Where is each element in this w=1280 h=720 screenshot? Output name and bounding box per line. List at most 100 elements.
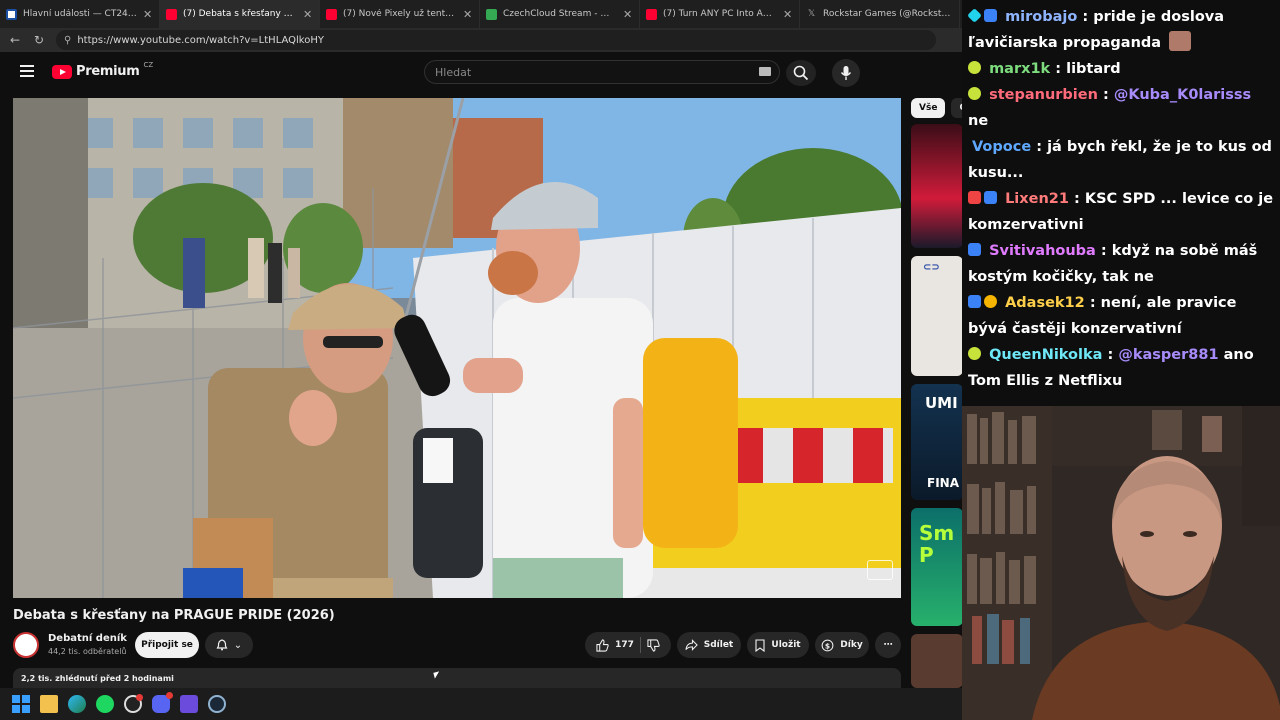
tab-title: (7) Turn ANY PC Into An Xbox! HU (663, 9, 777, 19)
recommended-video-thumbnail[interactable]: ⊂⊃ (911, 256, 962, 376)
spotify-icon[interactable] (96, 695, 114, 713)
menu-icon[interactable] (20, 65, 34, 77)
close-icon[interactable]: ✕ (463, 8, 473, 21)
file-explorer-icon[interactable] (40, 695, 58, 713)
bell-icon (216, 639, 228, 651)
voice-search-button[interactable] (832, 59, 860, 87)
chat-message: mirobajo : pride je doslova ľavičiarska … (967, 4, 1274, 56)
chat-message: stepanurbien : @Kuba_K0larisss ne (968, 87, 1252, 129)
subscription-bell-button[interactable]: ⌄ (205, 632, 253, 658)
kick-icon (486, 8, 497, 20)
browser-tab[interactable]: (7) Nové Pixely už tento týden.. | P ✕ (320, 0, 480, 28)
recommendation-chips: Vše O (911, 98, 962, 122)
more-actions-button[interactable]: ⋯ (875, 632, 901, 658)
app-grid-icon[interactable] (180, 695, 198, 713)
discord-icon[interactable] (152, 692, 173, 713)
chat-username: marx1k (989, 61, 1051, 77)
recommended-video-thumbnail[interactable]: UMI FINA (911, 384, 962, 500)
badge-icon (968, 295, 981, 308)
chat-text: ne (968, 113, 989, 129)
recommended-video-thumbnail[interactable] (911, 634, 962, 688)
url-field[interactable]: ⚲ https://www.youtube.com/watch?v=LtHLAQ… (56, 30, 936, 50)
divider (639, 637, 641, 653)
steam-icon[interactable] (208, 695, 226, 713)
browser-tab-active[interactable]: (7) Debata s křesťany na PRAGUE ✕ (160, 0, 320, 28)
thumbs-up-icon[interactable] (596, 638, 609, 652)
browser-tab[interactable]: (7) Turn ANY PC Into An Xbox! HU ✕ (640, 0, 800, 28)
youtube-play-icon (52, 64, 72, 79)
tab-title: CzechCloud Stream - Watch Live o (503, 9, 617, 19)
keyboard-icon[interactable] (759, 67, 771, 76)
tv-logo: ⊂⊃ (923, 262, 940, 273)
recommended-video-thumbnail[interactable] (911, 124, 962, 248)
browser-tab-bar: Hlavní události — ČT24 — Česká t ✕ (7) D… (0, 0, 962, 28)
chat-mention: @Kuba_K0larisss (1113, 87, 1252, 103)
svg-text:$: $ (825, 641, 830, 650)
thanks-label: Díky (840, 640, 863, 650)
chat-message: Adasek12 : není, ale pravice bývá častěj… (968, 290, 1274, 342)
windows-start-icon[interactable] (12, 695, 30, 713)
reload-icon[interactable]: ↻ (32, 33, 46, 47)
chat-text: : libtard (1055, 61, 1121, 77)
country-code: CZ (143, 60, 154, 69)
chevron-down-icon: ⌄ (233, 639, 243, 651)
tab-title: (7) Nové Pixely už tento týden.. | P (343, 9, 457, 19)
chat-username: Vopoce (972, 139, 1032, 155)
youtube-icon (646, 8, 657, 20)
badge-icon (968, 61, 981, 74)
bookmark-icon (755, 638, 765, 652)
chat-message: Lixen21 : KSC SPD ... levice co je komze… (968, 186, 1274, 238)
badge-icon (968, 243, 981, 256)
browser-tab[interactable]: 𝕏 Rockstar Games (@RockstarGam (800, 0, 960, 28)
chat-message: QueenNikolka : @kasper881 ano Tom Ellis … (968, 347, 1254, 389)
chip-next[interactable]: O (951, 98, 962, 118)
obs-icon[interactable] (124, 694, 143, 713)
badge-icon (968, 191, 981, 204)
thumbs-down-icon[interactable] (647, 638, 660, 652)
chat-username: Svitivahouba (989, 243, 1096, 259)
join-button[interactable]: Připojit se (135, 632, 199, 658)
channel-subscribers: 44,2 tis. odběratelů (48, 647, 127, 656)
recommended-video-thumbnail[interactable]: Sm P (911, 508, 962, 626)
thanks-button[interactable]: $ Díky (815, 632, 869, 658)
logo-text: Premium (76, 64, 140, 79)
chat-username: mirobajo (1005, 9, 1078, 25)
close-icon[interactable]: ✕ (623, 8, 633, 21)
youtube-icon (166, 8, 177, 20)
like-dislike-group: 177 (585, 632, 671, 658)
thumbnail-text: UMI (925, 394, 958, 412)
save-button[interactable]: Uložit (747, 632, 809, 658)
browser-tab[interactable]: Hlavní události — ČT24 — Česká t ✕ (0, 0, 160, 28)
close-icon[interactable]: ✕ (143, 8, 153, 21)
like-count[interactable]: 177 (615, 640, 634, 650)
description-box[interactable]: 2,2 tis. zhlédnutí před 2 hodinami (13, 668, 901, 688)
edge-browser-icon[interactable] (68, 695, 86, 713)
arrow-left-icon[interactable]: ← (8, 33, 22, 47)
close-icon[interactable]: ✕ (303, 8, 313, 21)
tab-title: Rockstar Games (@RockstarGam (823, 9, 953, 19)
youtube-logo[interactable]: Premium CZ (52, 60, 154, 79)
video-frame (13, 98, 901, 598)
search-button[interactable] (786, 60, 816, 86)
ct24-icon (6, 8, 17, 20)
thanks-icon: $ (821, 639, 834, 651)
channel-name[interactable]: Debatní deník (48, 633, 127, 644)
site-settings-icon[interactable]: ⚲ (64, 35, 71, 46)
badge-icon (984, 191, 997, 204)
chip-all[interactable]: Vše (911, 98, 946, 118)
badge-icon (968, 87, 981, 100)
chat-emote-icon (1169, 31, 1192, 51)
badge-icon (984, 9, 997, 22)
browser-tab[interactable]: CzechCloud Stream - Watch Live o ✕ (480, 0, 640, 28)
video-player[interactable] (13, 98, 901, 598)
search-input[interactable]: Hledat (424, 60, 780, 84)
view-count-and-date: 2,2 tis. zhlédnutí před 2 hodinami (21, 674, 174, 683)
video-title: Debata s křesťany na PRAGUE PRIDE (2026) (13, 608, 335, 623)
chat-username: QueenNikolka (989, 347, 1103, 363)
channel-avatar[interactable] (13, 632, 39, 658)
thumbnail-text: Sm P (919, 521, 955, 567)
close-icon[interactable]: ✕ (783, 8, 793, 21)
chat-username: Lixen21 (1005, 191, 1069, 207)
share-button[interactable]: Sdílet (677, 632, 741, 658)
notification-dot (166, 692, 173, 699)
